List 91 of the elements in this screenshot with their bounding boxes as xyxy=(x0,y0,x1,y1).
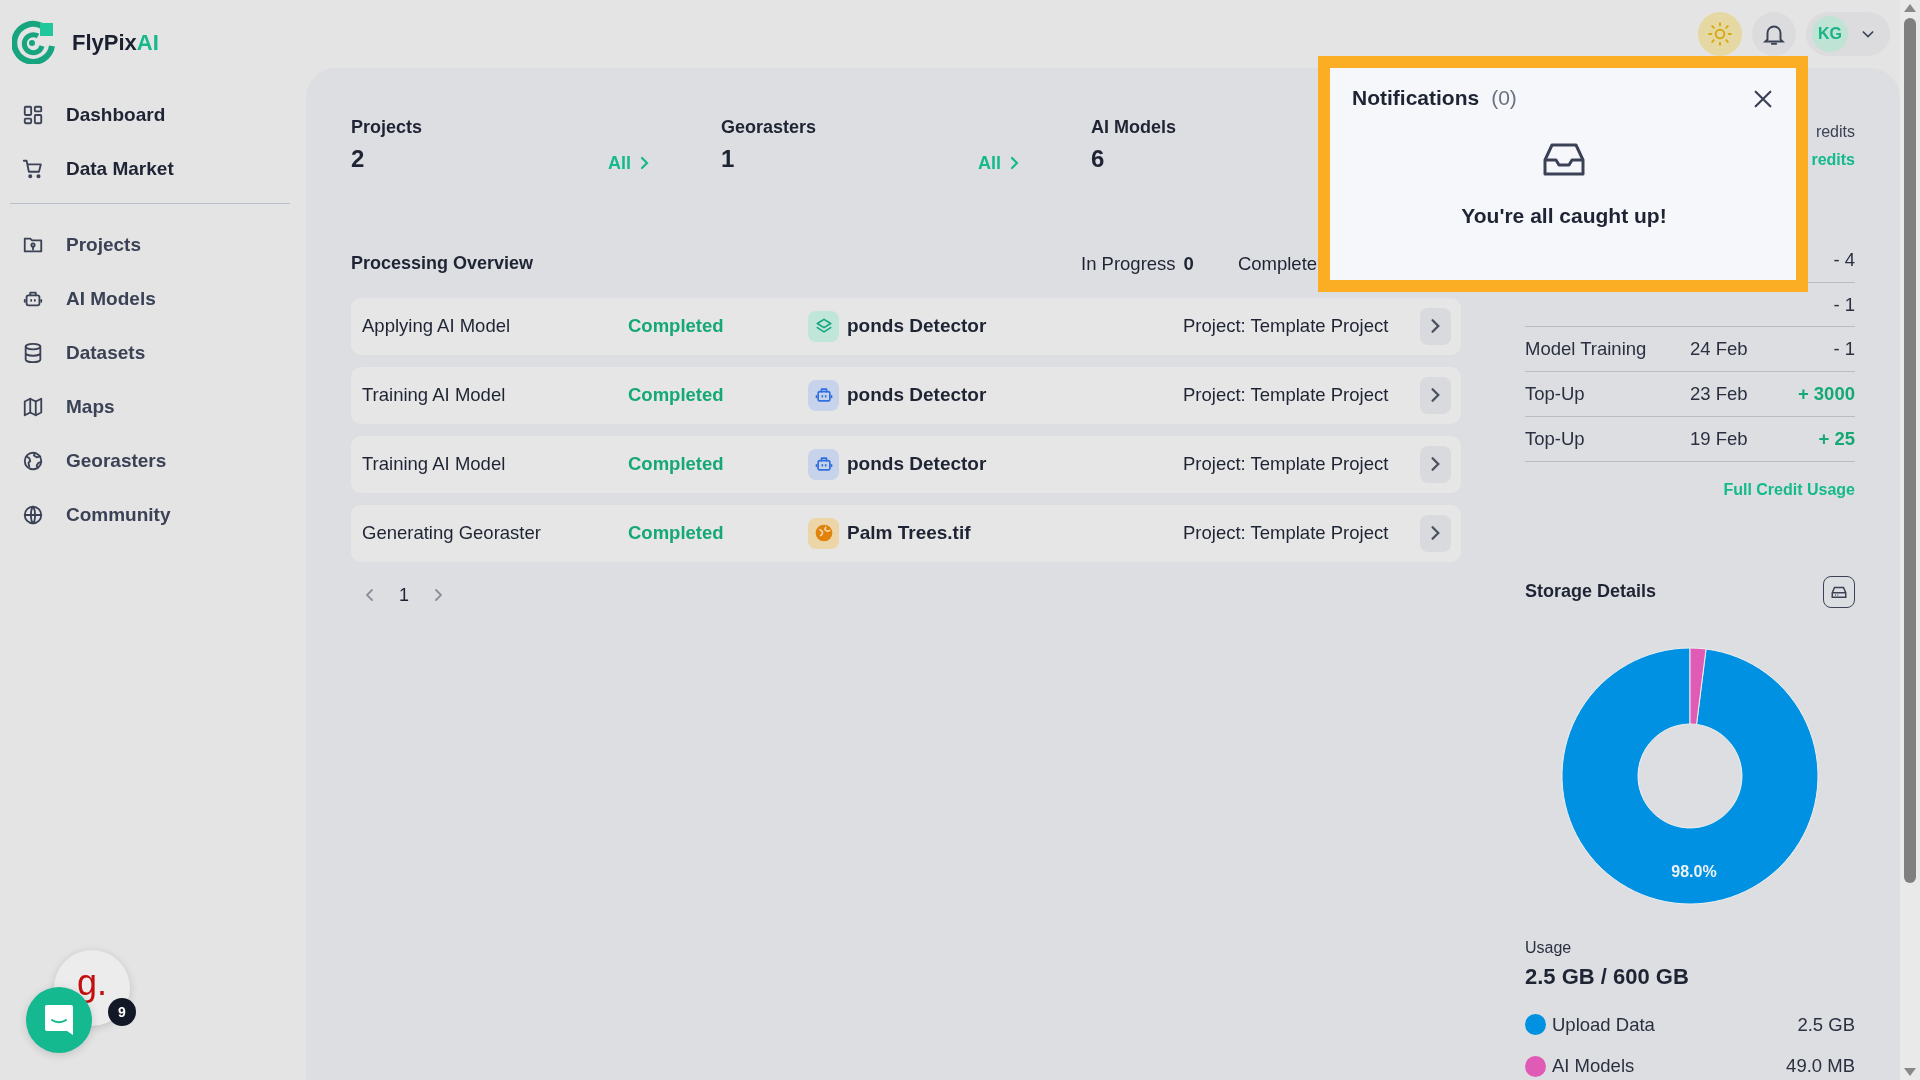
stat-value: 1 xyxy=(721,143,736,174)
counter-value: 0 xyxy=(1183,251,1194,276)
status-text: Completed xyxy=(628,521,725,546)
notification-count: (0) xyxy=(1491,85,1517,111)
credit-amount: + 25 xyxy=(1817,426,1855,451)
project-name: Project: Template Project xyxy=(1183,521,1389,546)
section-title: Processing Overview xyxy=(351,252,534,276)
row-open-button[interactable] xyxy=(1420,307,1451,345)
map-icon xyxy=(22,396,44,418)
count-badge: 9 xyxy=(108,998,136,1026)
section-title: Storage Details xyxy=(1525,580,1657,603)
stat-label: Georasters xyxy=(721,115,817,139)
credit-amount: - 4 xyxy=(1832,247,1855,272)
earth-icon xyxy=(22,450,44,472)
status-text: Completed xyxy=(628,383,725,408)
credit-type: Model Training xyxy=(1525,338,1647,360)
process-row[interactable]: Applying AI Model Completed ponds Detector Project: Template Project xyxy=(351,297,1461,355)
legend-label: AI Models xyxy=(1552,1054,1635,1079)
stat-label: Projects xyxy=(351,115,423,139)
model-name: ponds Detector xyxy=(847,451,987,476)
sidebar-item[interactable]: Data Market xyxy=(10,142,290,196)
grid-icon xyxy=(22,104,44,126)
task-name: Training AI Model xyxy=(362,383,507,408)
process-row[interactable]: Training AI Model Completed ponds Detector Project: Template Project xyxy=(351,435,1461,493)
project-name: Project: Template Project xyxy=(1183,452,1389,477)
sun-icon xyxy=(1707,20,1733,47)
credit-date: 23 Feb xyxy=(1690,383,1748,404)
cart-icon xyxy=(22,158,44,180)
model-name: Palm Trees.tif xyxy=(847,520,971,545)
row-open-button[interactable] xyxy=(1420,376,1451,414)
stat-label: AI Models xyxy=(1091,115,1176,139)
sidebar-item[interactable]: AI Models xyxy=(10,272,290,326)
project-name: Project: Template Project xyxy=(1183,383,1389,408)
credit-amount: - 1 xyxy=(1832,292,1855,317)
stat-value: 6 xyxy=(1091,143,1106,174)
theme-toggle[interactable] xyxy=(1698,11,1742,56)
panel-title: Notifications xyxy=(1352,85,1480,111)
credit-amount: + 3000 xyxy=(1796,382,1855,406)
legend-value: 2.5 GB xyxy=(1797,1012,1855,1037)
sidebar-item[interactable]: Dashboard xyxy=(10,88,290,142)
sidebar-item[interactable]: Datasets xyxy=(10,326,290,380)
credit-type: Top-Up xyxy=(1525,427,1585,449)
robot-icon xyxy=(808,379,839,411)
row-open-button[interactable] xyxy=(1420,445,1451,483)
inbox-icon xyxy=(1543,141,1585,178)
project-name: Project: Template Project xyxy=(1183,314,1389,339)
legend-label: Upload Data xyxy=(1552,1012,1655,1037)
credit-date: 19 Feb xyxy=(1690,427,1748,449)
model-name: ponds Detector xyxy=(847,313,987,338)
chevron-right-icon xyxy=(1009,156,1021,171)
page-number[interactable]: 1 xyxy=(399,581,409,609)
counter-label: In Progress xyxy=(1081,251,1176,276)
layers-icon xyxy=(808,310,839,342)
user-avatar: KG xyxy=(1812,15,1848,52)
globe-icon xyxy=(808,517,839,549)
model-name: ponds Detector xyxy=(847,382,987,407)
slice-label: 98.0% xyxy=(1671,862,1717,880)
sidebar-item[interactable]: Community xyxy=(10,488,290,542)
brand-name: FlyPixAI xyxy=(72,28,159,57)
sidebar-item[interactable]: Georasters xyxy=(10,434,290,488)
sidebar-item[interactable]: Maps xyxy=(10,380,290,434)
scroll-up-icon[interactable] xyxy=(1904,4,1916,12)
usage-label: Usage xyxy=(1525,937,1573,958)
task-name: Applying AI Model xyxy=(362,314,512,339)
status-text: Completed xyxy=(628,314,725,339)
status-text: Completed xyxy=(628,452,725,477)
scroll-down-icon[interactable] xyxy=(1904,1068,1916,1076)
globe-icon xyxy=(22,504,44,526)
credit-date: 24 Feb xyxy=(1690,338,1748,360)
legend-value: 49.0 MB xyxy=(1786,1054,1855,1079)
process-row[interactable]: Generating Georaster Completed Palm Trees.tif Project: Template Project xyxy=(351,504,1461,562)
chevron-right-icon xyxy=(639,156,651,171)
process-row[interactable]: Training AI Model Completed ponds Detector Project: Template Project xyxy=(351,366,1461,424)
database-icon xyxy=(22,342,44,364)
task-name: Training AI Model xyxy=(362,452,507,477)
sidebar-item[interactable]: Projects xyxy=(10,218,290,272)
scrollbar-thumb[interactable] xyxy=(1904,18,1916,883)
row-open-button[interactable] xyxy=(1420,514,1451,552)
notification-bell[interactable] xyxy=(1752,11,1796,56)
storage-button[interactable] xyxy=(1823,575,1855,608)
credit-amount: - 1 xyxy=(1832,337,1855,362)
stat-value: 2 xyxy=(351,143,366,174)
chat-icon xyxy=(43,1003,75,1037)
logo-icon xyxy=(12,20,56,64)
empty-message: You're all caught up! xyxy=(1460,202,1668,229)
usage-value: 2.5 GB / 600 GB xyxy=(1525,962,1690,991)
credits-label: redits xyxy=(1815,121,1855,142)
credit-type: Top-Up xyxy=(1525,383,1585,404)
counter-label: Complete xyxy=(1237,251,1318,276)
task-name: Generating Georaster xyxy=(362,521,542,546)
robot-icon xyxy=(808,448,839,480)
